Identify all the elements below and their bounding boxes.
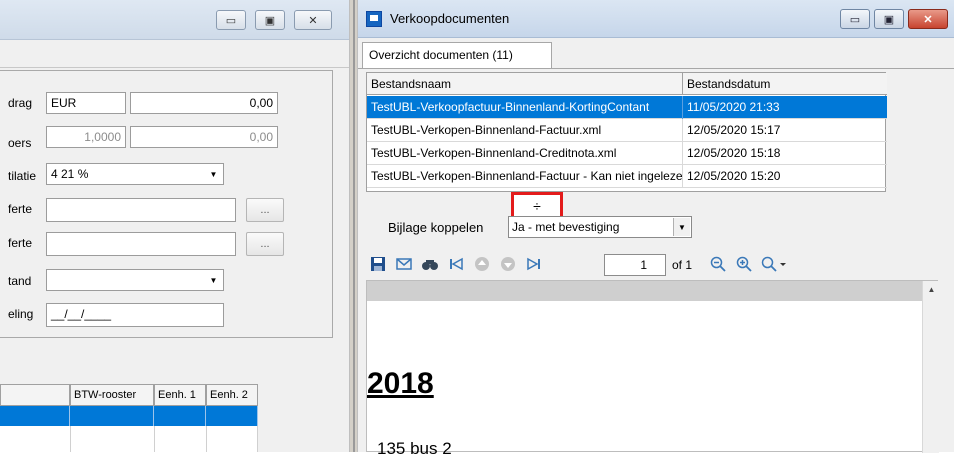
maximize-button[interactable]: ▣ (874, 9, 904, 29)
zoom-menu-icon[interactable] (760, 254, 788, 274)
grid-row-selected-cell[interactable] (154, 406, 206, 426)
amount-label: drag (8, 96, 33, 110)
attach-select-value: Ja - met bevestiging (512, 220, 620, 234)
vat-label: tilatie (8, 169, 37, 183)
row-resize-cursor-icon[interactable]: ÷ (511, 192, 563, 219)
chevron-down-icon: ▼ (209, 169, 218, 179)
cell-date: 11/05/2020 21:33 (687, 100, 780, 114)
grid-divider (257, 426, 258, 452)
zoom-out-icon[interactable] (708, 254, 728, 274)
currency-field[interactable]: EUR (46, 92, 126, 114)
attach-select[interactable]: Ja - met bevestiging ▼ (508, 216, 692, 238)
date-field[interactable]: __/__/____ (46, 303, 224, 327)
rate-label: oers (8, 136, 32, 150)
attach-label: Bijlage koppelen (388, 220, 484, 235)
close-button[interactable]: ✕ (294, 10, 332, 30)
rate-amount-field: 0,00 (130, 126, 278, 148)
grid-header-blank[interactable] (0, 384, 70, 406)
page-number-input[interactable]: 1 (604, 254, 666, 276)
minimize-button[interactable]: ▭ (216, 10, 246, 30)
scroll-up-icon[interactable]: ▲ (925, 283, 938, 296)
documents-table: Bestandsnaam Bestandsdatum TestUBL-Verko… (366, 72, 887, 192)
viewer-toolbar: 1 of 1 (366, 252, 946, 278)
cell-filename: TestUBL-Verkopen-Binnenland-Creditnota.x… (367, 142, 683, 165)
tab-overzicht-documenten[interactable]: Overzicht documenten (11) (362, 42, 552, 68)
offer2-browse-button[interactable]: ... (246, 232, 284, 256)
window-title: Verkoopdocumenten (390, 11, 510, 26)
left-form-panel: drag EUR 0,00 oers 1,0000 0,00 tilatie 4… (0, 70, 333, 338)
offer2-field[interactable] (46, 232, 236, 256)
app-icon (366, 11, 382, 27)
left-toolbar-band (0, 40, 349, 68)
table-row[interactable]: TestUBL-Verkoopfactuur-Binnenland-Kortin… (367, 96, 887, 119)
vat-select-value: 4 21 % (51, 167, 89, 181)
grid-divider (154, 426, 155, 452)
cell-date: 12/05/2020 15:18 (687, 146, 781, 160)
cell-filename: TestUBL-Verkoopfactuur-Binnenland-Kortin… (367, 96, 683, 119)
maximize-button[interactable]: ▣ (255, 10, 285, 30)
status-label: tand (8, 274, 32, 288)
cell-date: 12/05/2020 15:17 (687, 123, 781, 137)
last-page-icon[interactable] (524, 254, 544, 274)
table-row[interactable]: TestUBL-Verkopen-Binnenland-Factuur - Ka… (367, 165, 887, 188)
document-viewer[interactable]: ▲ 2018 135 bus 2 (366, 280, 939, 458)
first-page-icon[interactable] (446, 254, 466, 274)
table-row[interactable]: TestUBL-Verkopen-Binnenland-Creditnota.x… (367, 142, 887, 165)
page-count-label: of 1 (672, 258, 693, 272)
left-window: ▭ ▣ ✕ drag EUR 0,00 oers 1,0000 0,00 til… (0, 0, 349, 452)
grid-header-eenh-2[interactable]: Eenh. 2 (206, 384, 258, 406)
grid-row-selected-cell[interactable] (70, 406, 154, 426)
grid-header-btw-rooster[interactable]: BTW-rooster (70, 384, 154, 406)
grid-header-eenh-1[interactable]: Eenh. 1 (154, 384, 206, 406)
offer1-browse-button[interactable]: ... (246, 198, 284, 222)
cell-filename: TestUBL-Verkopen-Binnenland-Factuur.xml (367, 119, 683, 142)
chevron-down-icon: ▼ (209, 275, 218, 285)
mail-icon[interactable] (394, 254, 414, 274)
find-icon[interactable] (420, 254, 440, 274)
close-button[interactable]: ✕ (908, 9, 948, 29)
save-icon[interactable] (368, 254, 388, 274)
next-page-icon[interactable] (498, 254, 518, 274)
column-header-bestandsnaam[interactable]: Bestandsnaam (367, 73, 683, 95)
vertical-scrollbar[interactable]: ▲ (922, 281, 939, 453)
splitter-stripe (353, 0, 355, 452)
amount-field[interactable]: 0,00 (130, 92, 278, 114)
grid-divider (70, 426, 71, 452)
vat-select[interactable]: 4 21 % ▼ (46, 163, 224, 185)
column-header-bestandsdatum[interactable]: Bestandsdatum (683, 73, 887, 95)
previous-page-icon[interactable] (472, 254, 492, 274)
verkoopdocumenten-window: Verkoopdocumenten ▭ ▣ ✕ Overzicht docume… (358, 0, 954, 458)
document-year: 2018 (367, 367, 434, 400)
tab-strip-line (358, 68, 954, 69)
zoom-in-icon[interactable] (734, 254, 754, 274)
offer1-field[interactable] (46, 198, 236, 222)
grid-divider (206, 426, 207, 452)
offer1-label: ferte (8, 202, 33, 216)
minimize-button[interactable]: ▭ (840, 9, 870, 29)
left-grid: BTW-rooster Eenh. 1 Eenh. 2 (0, 384, 258, 452)
offer2-label: ferte (8, 236, 33, 250)
title-bar: Verkoopdocumenten ▭ ▣ ✕ (358, 0, 954, 38)
window-splitter[interactable] (349, 0, 358, 452)
table-row[interactable]: TestUBL-Verkopen-Binnenland-Factuur.xml … (367, 119, 887, 142)
cell-date: 12/05/2020 15:20 (687, 169, 781, 183)
rate-field[interactable]: 1,0000 (46, 126, 126, 148)
grid-row-selected-cell[interactable] (0, 406, 70, 426)
document-address-line: 135 bus 2 (377, 439, 452, 458)
viewer-header-bar (367, 281, 922, 301)
grid-row-selected-cell[interactable] (206, 406, 258, 426)
date-label: eling (8, 307, 34, 321)
cell-filename: TestUBL-Verkopen-Binnenland-Factuur - Ka… (367, 165, 683, 188)
chevron-down-icon: ▼ (673, 218, 690, 236)
status-select[interactable]: ▼ (46, 269, 224, 291)
left-title-bar: ▭ ▣ ✕ (0, 0, 349, 40)
